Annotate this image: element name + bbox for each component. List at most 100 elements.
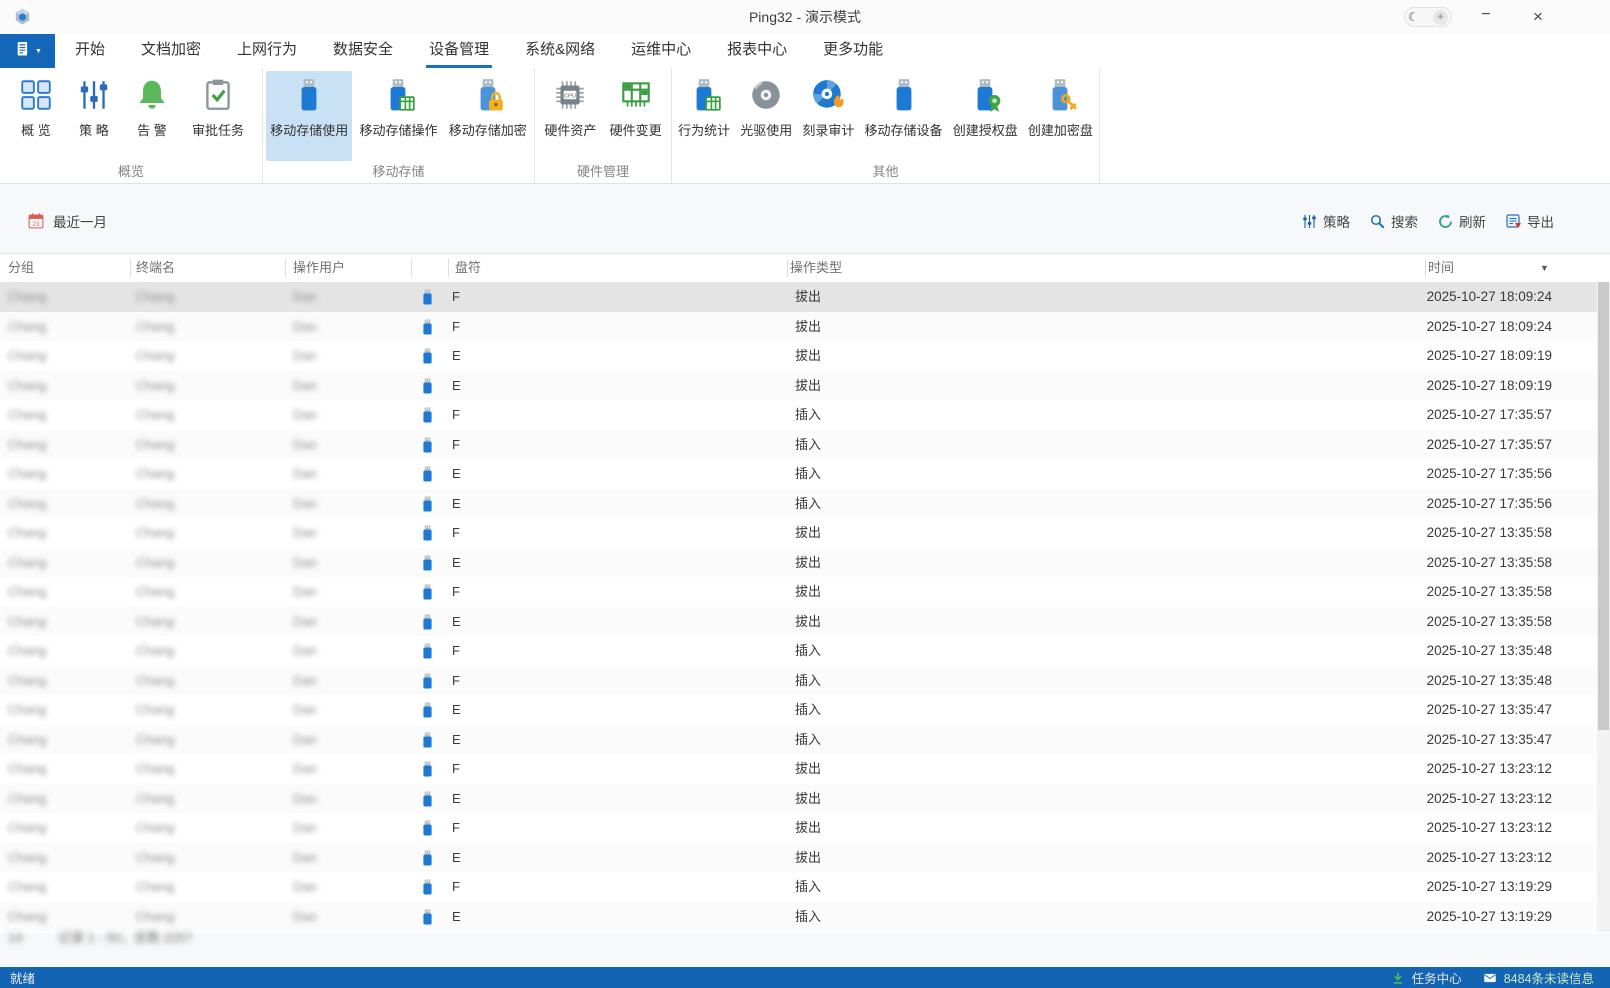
- close-button[interactable]: ×: [1516, 0, 1560, 34]
- ping32-window: Ping32 - 演示模式 ☾ ☀ − × ▼ 开始文档加密上网行为数据安全设备…: [0, 0, 1610, 988]
- column-header-action[interactable]: 操作类型: [790, 254, 842, 282]
- table-row[interactable]: ChangChangDanE插入2025-10-27 13:35:47: [0, 725, 1610, 755]
- usb-drive-icon: [291, 77, 327, 113]
- cell-group-redacted: Chang: [8, 902, 46, 932]
- moon-icon[interactable]: ☾: [1408, 10, 1419, 24]
- table-row[interactable]: ChangChangDanF拔出2025-10-27 13:23:12: [0, 754, 1610, 784]
- table-row[interactable]: ChangChangDanF拔出2025-10-27 13:23:12: [0, 813, 1610, 843]
- cell-time: 2025-10-27 13:35:48: [1427, 666, 1552, 696]
- usb-drive-icon: [422, 909, 433, 925]
- cell-group-redacted: Chang: [8, 754, 46, 784]
- scrollbar-thumb[interactable]: [1598, 282, 1609, 730]
- cell-group-redacted: Chang: [8, 607, 46, 637]
- ribbon-button-硬件变更[interactable]: 硬件变更: [606, 71, 666, 161]
- cell-time: 2025-10-27 13:19:29: [1427, 902, 1552, 932]
- cell-user-redacted: Dan: [293, 784, 317, 814]
- table-row[interactable]: ChangChangDanF拔出2025-10-27 18:09:24: [0, 312, 1610, 342]
- column-header-terminal[interactable]: 终端名: [136, 254, 175, 282]
- ribbon-button-创建授权盘[interactable]: 创建授权盘: [949, 71, 1022, 161]
- tab-设备管理[interactable]: 设备管理: [429, 34, 489, 68]
- 策略-button[interactable]: 策略: [1301, 211, 1350, 231]
- tab-开始[interactable]: 开始: [75, 34, 105, 68]
- ribbon-button-移动存储加密[interactable]: 移动存储加密: [445, 71, 531, 161]
- cell-action-type: 插入: [795, 400, 821, 430]
- table-row[interactable]: ChangChangDanE拔出2025-10-27 13:23:12: [0, 843, 1610, 873]
- table-row[interactable]: ChangChangDanF插入2025-10-27 13:35:48: [0, 666, 1610, 696]
- table-row[interactable]: ChangChangDanF拔出2025-10-27 13:35:58: [0, 577, 1610, 607]
- cell-drive-letter: E: [452, 784, 461, 814]
- ribbon-button-移动存储使用[interactable]: 移动存储使用: [266, 71, 352, 161]
- 搜索-button[interactable]: 搜索: [1369, 211, 1418, 231]
- message-icon: [1483, 971, 1497, 985]
- tab-系统&网络[interactable]: 系统&网络: [525, 34, 595, 68]
- cell-drive-letter: F: [452, 872, 460, 902]
- minimize-button[interactable]: −: [1466, 0, 1506, 34]
- table-row[interactable]: ChangChangDanF插入2025-10-27 13:19:29: [0, 872, 1610, 902]
- usb-drive-icon: [422, 496, 433, 512]
- tab-数据安全[interactable]: 数据安全: [333, 34, 393, 68]
- usb-drive-icon: [422, 702, 433, 718]
- ribbon-button-光驱使用[interactable]: 光驱使用: [736, 71, 796, 161]
- cell-terminal-redacted: Chang: [136, 636, 174, 666]
- date-range-filter[interactable]: 23 最近一月: [27, 211, 107, 231]
- 刷新-button[interactable]: 刷新: [1437, 211, 1486, 231]
- chevron-down-icon: ▼: [35, 48, 42, 55]
- 导出-button[interactable]: 导出: [1505, 211, 1554, 231]
- column-header-user[interactable]: 操作用户: [293, 254, 345, 282]
- table-row[interactable]: ChangChangDanE拔出2025-10-27 13:35:58: [0, 548, 1610, 578]
- table-row[interactable]: ChangChangDanF拔出2025-10-27 13:35:58: [0, 518, 1610, 548]
- table-row[interactable]: ChangChangDanE插入2025-10-27 13:35:47: [0, 695, 1610, 725]
- cell-drive-letter: F: [452, 518, 460, 548]
- ribbon-button-告 警[interactable]: 告 警: [130, 71, 174, 161]
- usb-drive-icon: [422, 466, 433, 482]
- table-row[interactable]: ChangChangDanF插入2025-10-27 17:35:57: [0, 430, 1610, 460]
- cell-time: 2025-10-27 18:09:24: [1427, 282, 1552, 312]
- cell-time: 2025-10-27 13:35:48: [1427, 636, 1552, 666]
- table-row[interactable]: ChangChangDanE拔出2025-10-27 18:09:19: [0, 341, 1610, 371]
- vertical-scrollbar[interactable]: [1597, 282, 1610, 932]
- app-menu-button[interactable]: ▼: [0, 34, 55, 68]
- cell-time: 2025-10-27 13:19:29: [1427, 872, 1552, 902]
- tab-运维中心[interactable]: 运维中心: [631, 34, 691, 68]
- ribbon-button-刻录审计[interactable]: 刻录审计: [798, 71, 858, 161]
- cell-user-redacted: Dan: [293, 872, 317, 902]
- cell-drive-letter: F: [452, 666, 460, 696]
- cell-action-type: 拔出: [795, 607, 821, 637]
- tab-上网行为[interactable]: 上网行为: [237, 34, 297, 68]
- ribbon-group-概览: 概 览策 略告 警审批任务概览: [0, 68, 263, 183]
- cell-user-redacted: Dan: [293, 636, 317, 666]
- tab-更多功能[interactable]: 更多功能: [823, 34, 883, 68]
- cell-user-redacted: Dan: [293, 430, 317, 460]
- ribbon-button-硬件资产[interactable]: CPU硬件资产: [540, 71, 600, 161]
- cell-terminal-redacted: Chang: [136, 813, 174, 843]
- unread-messages-link[interactable]: 8484条未读信息: [1504, 968, 1594, 987]
- cell-terminal-redacted: Chang: [136, 430, 174, 460]
- ribbon-button-审批任务[interactable]: 审批任务: [188, 71, 248, 161]
- sun-icon[interactable]: ☀: [1433, 10, 1448, 25]
- table-row[interactable]: ChangChangDanE插入2025-10-27 17:35:56: [0, 489, 1610, 519]
- ribbon-button-移动存储设备[interactable]: 移动存储设备: [861, 71, 947, 161]
- theme-toggle[interactable]: ☾ ☀: [1404, 7, 1452, 27]
- table-row[interactable]: ChangChangDanE拔出2025-10-27 18:09:19: [0, 371, 1610, 401]
- ribbon-button-概 览[interactable]: 概 览: [14, 71, 58, 161]
- usb-drive-icon: [422, 820, 433, 836]
- ribbon-button-label: 移动存储使用: [270, 120, 348, 139]
- column-header-drive[interactable]: 盘符: [455, 254, 481, 282]
- table-row[interactable]: ChangChangDanF插入2025-10-27 13:35:48: [0, 636, 1610, 666]
- table-row[interactable]: ChangChangDanE插入2025-10-27 13:19:29: [0, 902, 1610, 932]
- table-row[interactable]: ChangChangDanE插入2025-10-27 17:35:56: [0, 459, 1610, 489]
- task-center-link[interactable]: 任务中心: [1412, 968, 1462, 987]
- column-header-time[interactable]: 时间: [1428, 254, 1454, 282]
- tab-报表中心[interactable]: 报表中心: [727, 34, 787, 68]
- ribbon-button-创建加密盘[interactable]: 创建加密盘: [1024, 71, 1097, 161]
- sort-descending-icon[interactable]: ▼: [1540, 254, 1549, 282]
- column-header-group[interactable]: 分组: [8, 254, 34, 282]
- table-row[interactable]: ChangChangDanE拔出2025-10-27 13:23:12: [0, 784, 1610, 814]
- ribbon-button-策 略[interactable]: 策 略: [72, 71, 116, 161]
- ribbon-button-行为统计[interactable]: 行为统计: [674, 71, 734, 161]
- table-row[interactable]: ChangChangDanF插入2025-10-27 17:35:57: [0, 400, 1610, 430]
- tab-文档加密[interactable]: 文档加密: [141, 34, 201, 68]
- table-row[interactable]: ChangChangDanE拔出2025-10-27 13:35:58: [0, 607, 1610, 637]
- ribbon-button-移动存储操作[interactable]: 移动存储操作: [355, 71, 441, 161]
- table-row[interactable]: ChangChangDanF拔出2025-10-27 18:09:24: [0, 282, 1610, 312]
